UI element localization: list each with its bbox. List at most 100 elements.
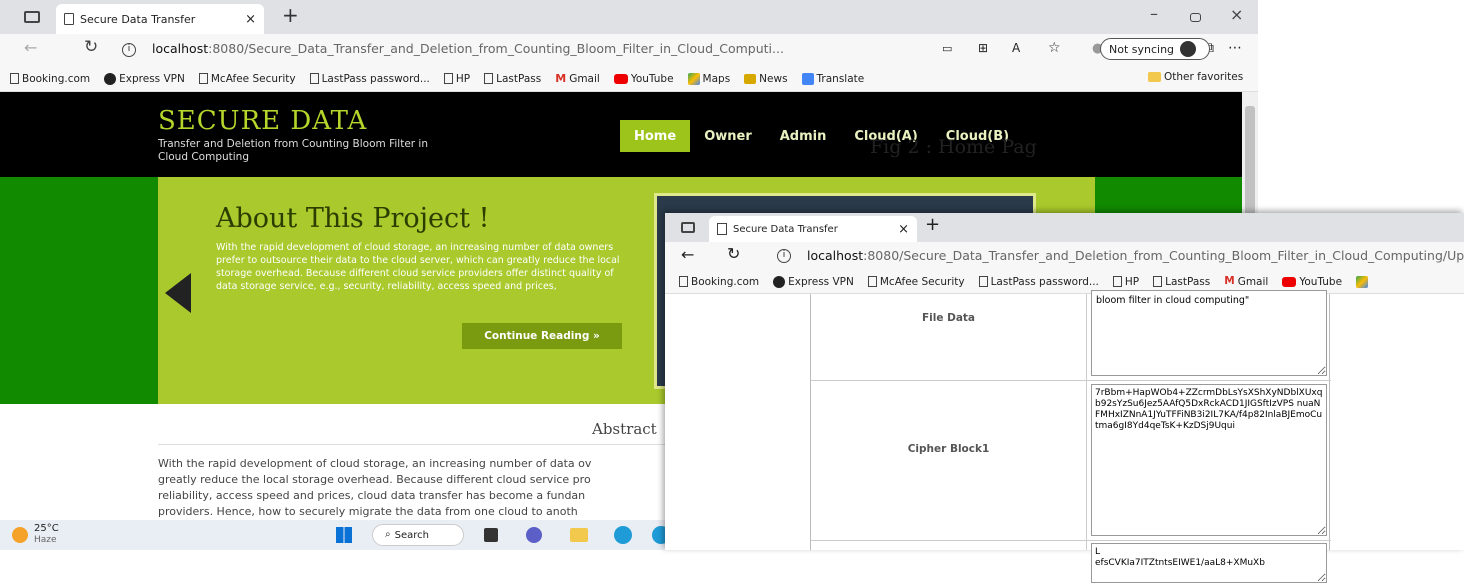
- continue-reading-button[interactable]: Continue Reading »: [462, 323, 622, 349]
- page-icon: [867, 276, 877, 287]
- bookmark-youtube[interactable]: YouTube: [1282, 276, 1342, 288]
- nav-owner[interactable]: Owner: [690, 120, 766, 152]
- bookmark-mcafee[interactable]: McAfee Security: [198, 73, 296, 85]
- column-divider: [1086, 294, 1087, 550]
- close-tab-icon[interactable]: ×: [245, 13, 256, 26]
- page-icon: [198, 73, 208, 84]
- site-subtitle: Transfer and Deletion from Counting Bloo…: [158, 138, 429, 163]
- bookmark-youtube[interactable]: YouTube: [613, 73, 674, 85]
- bookmark-label: HP: [455, 72, 471, 85]
- reader-icon[interactable]: ▭: [942, 43, 952, 54]
- tab-secure-data-transfer[interactable]: Secure Data Transfer ×: [56, 4, 264, 34]
- tab-title: Secure Data Transfer: [80, 12, 196, 26]
- page-icon: [443, 73, 453, 84]
- close-window-icon[interactable]: ×: [1230, 7, 1243, 23]
- new-tab-icon[interactable]: +: [925, 216, 940, 234]
- bookmark-label: HP: [1124, 275, 1140, 288]
- favorite-star-icon[interactable]: ☆: [1048, 41, 1061, 55]
- file-data-textarea[interactable]: bloom filter in cloud computing": [1091, 290, 1327, 376]
- bookmark-express-vpn[interactable]: Express VPN: [104, 72, 185, 85]
- more-menu-icon[interactable]: ⋯: [1228, 41, 1242, 55]
- bookmark-label: Maps: [702, 72, 731, 85]
- prev-slide-icon[interactable]: [165, 273, 191, 313]
- nav-admin-label[interactable]: Admin: [780, 129, 827, 144]
- tab-actions-icon[interactable]: [24, 11, 40, 23]
- bookmark-label: Gmail: [569, 72, 600, 85]
- back-icon[interactable]: ←: [681, 247, 694, 263]
- bookmark-maps[interactable]: Maps: [687, 72, 731, 85]
- bookmark-label: Booking.com: [22, 72, 91, 85]
- bookmark-lastpass-password[interactable]: LastPass password...: [978, 275, 1099, 288]
- bookmark-lastpass[interactable]: LastPass: [1153, 276, 1210, 288]
- hero-title: About This Project !: [216, 203, 490, 234]
- info-icon[interactable]: i: [122, 43, 136, 57]
- news-icon: [744, 73, 757, 84]
- file-data-label: File Data: [921, 312, 976, 324]
- maps-icon[interactable]: [1356, 275, 1369, 288]
- other-favorites-label: Other favorites: [1164, 71, 1244, 83]
- file-explorer-icon[interactable]: [570, 528, 588, 542]
- youtube-icon: [1282, 276, 1297, 287]
- bookmark-label: McAfee Security: [879, 275, 965, 288]
- maximize-icon[interactable]: [1190, 13, 1201, 22]
- taskbar-search[interactable]: ⌕ Search: [372, 524, 464, 546]
- abstract-heading: Abstract: [592, 420, 657, 438]
- bookmark-express-vpn[interactable]: Express VPN: [773, 275, 854, 288]
- bookmark-booking[interactable]: Booking.com: [679, 276, 759, 288]
- refresh-icon[interactable]: ↻: [84, 39, 98, 56]
- hero-body: With the rapid development of cloud stor…: [216, 242, 620, 292]
- tab-actions-icon[interactable]: [681, 222, 695, 233]
- minimize-icon[interactable]: –: [1150, 6, 1158, 22]
- bookmark-hp[interactable]: HP: [443, 72, 471, 85]
- profile-sync-button[interactable]: Not syncing: [1100, 38, 1210, 60]
- bookmark-mcafee[interactable]: McAfee Security: [867, 275, 965, 288]
- abstract-divider: [158, 444, 678, 445]
- address-bar-2[interactable]: localhost:8080/Secure_Data_Transfer_and_…: [807, 248, 1464, 266]
- nav-home-label[interactable]: Home: [634, 129, 676, 144]
- bookmark-booking[interactable]: Booking.com: [10, 73, 90, 85]
- new-tab-icon[interactable]: +: [282, 5, 299, 25]
- windows-start-icon[interactable]: [336, 527, 352, 543]
- bookmark-label: LastPass password...: [321, 72, 430, 85]
- bookmark-news[interactable]: News: [744, 72, 788, 85]
- nav-admin[interactable]: Admin: [766, 120, 841, 152]
- refresh-icon[interactable]: ↻: [727, 246, 740, 262]
- overlay-caption: Fig 2 : Home Pag: [870, 136, 1037, 158]
- task-view-icon[interactable]: [484, 528, 498, 542]
- bookmark-label: YouTube: [1299, 275, 1343, 288]
- edge-icon[interactable]: [614, 526, 632, 544]
- bookmark-hp[interactable]: HP: [1112, 275, 1140, 288]
- bookmark-label: Express VPN: [788, 275, 854, 288]
- abstract-line: With the rapid development of cloud stor…: [158, 457, 592, 470]
- address-bar[interactable]: localhost:8080/Secure_Data_Transfer_and_…: [152, 41, 932, 61]
- tab-strip: Secure Data Transfer × + – ×: [0, 0, 1258, 34]
- bookmark-gmail[interactable]: M Gmail: [1224, 276, 1268, 288]
- bookmark-label: News: [759, 72, 788, 85]
- bookmark-lastpass-password[interactable]: LastPass password...: [309, 72, 430, 85]
- gmail-icon: M: [555, 72, 567, 85]
- tab-secure-data-transfer-2[interactable]: Secure Data Transfer ×: [709, 216, 917, 242]
- bookmarks-bar: Booking.com Express VPN McAfee Security …: [0, 66, 1258, 92]
- bookmark-label: LastPass: [1165, 275, 1211, 288]
- bookmark-lastpass[interactable]: LastPass: [484, 73, 541, 85]
- not-syncing-label: Not syncing: [1109, 42, 1175, 56]
- apps-icon[interactable]: ⊞: [978, 42, 988, 54]
- chat-icon[interactable]: [526, 527, 542, 543]
- nav-home[interactable]: Home: [620, 120, 691, 152]
- read-aloud-icon[interactable]: A: [1012, 42, 1020, 54]
- bookmark-label: LastPass password...: [990, 275, 1099, 288]
- other-favorites[interactable]: Other favorites: [1148, 71, 1243, 83]
- bookmark-gmail[interactable]: M Gmail: [555, 73, 600, 85]
- info-icon[interactable]: i: [777, 249, 791, 263]
- close-tab-icon[interactable]: ×: [898, 223, 909, 236]
- bookmark-translate[interactable]: Translate: [801, 72, 864, 85]
- cipher-block1-textarea[interactable]: 7rBbm+HapWOb4+ZZcrmDbLsYsXShXyNDblXUxqb9…: [1091, 384, 1327, 536]
- page-icon: [978, 276, 988, 287]
- page-icon: [10, 73, 19, 84]
- bookmarks-bar-2: Booking.com Express VPN McAfee Security …: [665, 270, 1464, 294]
- back-icon[interactable]: ←: [24, 40, 37, 56]
- hp-icon: [104, 72, 117, 85]
- address-row-2: ← ↻ i localhost:8080/Secure_Data_Transfe…: [665, 242, 1464, 270]
- nav-owner-label[interactable]: Owner: [704, 129, 752, 144]
- cipher-block2-textarea[interactable]: L efsCVKIa7ITZtntsEIWE1/aaL8+XMuXb: [1091, 543, 1327, 583]
